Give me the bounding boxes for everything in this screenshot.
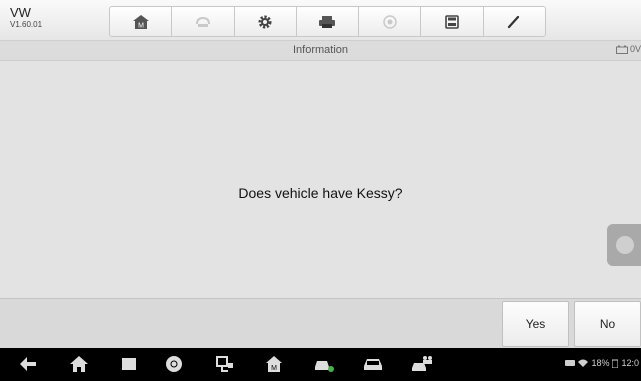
battery-voltage: 0V bbox=[615, 44, 641, 54]
svg-text:M: M bbox=[138, 22, 144, 29]
floating-side-handle[interactable] bbox=[607, 224, 641, 266]
car-icon[interactable] bbox=[362, 355, 384, 373]
vehicle-swap-icon bbox=[195, 16, 210, 27]
home-icon[interactable] bbox=[69, 355, 89, 373]
recent-apps-icon[interactable] bbox=[120, 355, 138, 373]
handle-dot-icon bbox=[616, 236, 634, 254]
car-people-icon[interactable] bbox=[410, 355, 434, 373]
print-icon bbox=[319, 15, 336, 28]
back-icon[interactable] bbox=[18, 355, 38, 373]
help-button[interactable] bbox=[359, 7, 422, 36]
action-bar: Yes No bbox=[0, 298, 641, 349]
wifi-icon bbox=[578, 359, 589, 367]
top-toolbar: VW V1.60.01 M bbox=[0, 0, 641, 41]
help-icon bbox=[383, 14, 397, 29]
svg-text:M: M bbox=[271, 365, 277, 372]
autel-home-icon[interactable]: M bbox=[265, 355, 283, 373]
gear-icon bbox=[258, 15, 272, 28]
android-nav-bar: M 18% 12:0 bbox=[0, 348, 641, 381]
vci-connection-icon[interactable] bbox=[215, 355, 235, 373]
pen-icon bbox=[508, 15, 520, 28]
chrome-icon[interactable] bbox=[165, 355, 183, 373]
notification-icon bbox=[565, 360, 576, 366]
home-icon: M bbox=[132, 14, 149, 29]
save-button[interactable] bbox=[421, 7, 484, 36]
no-button[interactable]: No bbox=[574, 301, 641, 347]
toolbar-buttons: M bbox=[109, 6, 546, 37]
message-area: Does vehicle have Kessy? bbox=[0, 61, 641, 298]
page-title: Information bbox=[292, 44, 349, 56]
status-battery-icon bbox=[612, 359, 619, 368]
yes-button[interactable]: Yes bbox=[502, 301, 569, 347]
title-bar: Information 0V bbox=[0, 41, 641, 61]
settings-button[interactable] bbox=[235, 7, 297, 36]
vehicle-make: VW V1.60.01 bbox=[10, 6, 42, 30]
clock-time: 12:0 bbox=[621, 358, 639, 368]
home-button[interactable]: M bbox=[110, 7, 173, 36]
vehicle-swap-button[interactable] bbox=[172, 7, 235, 36]
make-name: VW bbox=[10, 5, 31, 20]
edit-button[interactable] bbox=[484, 7, 545, 36]
battery-icon bbox=[615, 45, 628, 54]
question-text: Does vehicle have Kessy? bbox=[238, 185, 403, 201]
car-service-icon[interactable] bbox=[313, 355, 335, 373]
print-button[interactable] bbox=[297, 7, 360, 36]
battery-percent: 18% bbox=[591, 358, 610, 368]
software-version: V1.60.01 bbox=[10, 20, 43, 29]
save-icon bbox=[445, 14, 459, 29]
battery-voltage-text: 0V bbox=[629, 44, 641, 54]
status-area: 18% 12:0 bbox=[565, 358, 639, 368]
